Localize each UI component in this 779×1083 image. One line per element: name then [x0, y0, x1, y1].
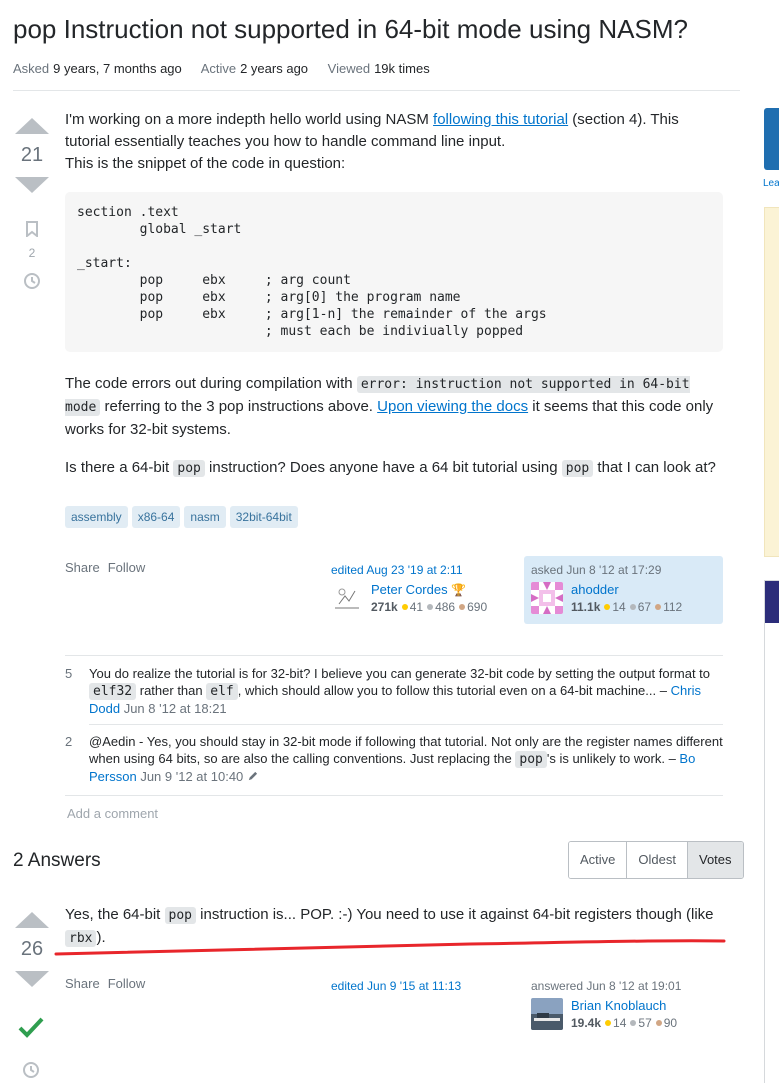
silver-badge-icon [629, 604, 636, 611]
red-annotation-underline [54, 939, 726, 956]
follow-link[interactable]: Follow [108, 560, 146, 575]
answer-vote-column: 26 [12, 912, 52, 987]
answerer-name[interactable]: Brian Knoblauch [571, 998, 677, 1013]
editor-card: edited Aug 23 '19 at 2:11 Peter Cordes 🏆… [331, 563, 516, 614]
tag-32bit-64bit[interactable]: 32bit-64bit [229, 506, 298, 528]
asked-label: Asked [13, 61, 50, 76]
inline-code-elf32: elf32 [89, 683, 137, 700]
comment: @Aedin - Yes, you should stay in 32-bit … [89, 734, 723, 784]
active-value[interactable]: 2 years ago [240, 61, 308, 76]
upvote-icon[interactable] [15, 118, 49, 134]
follow-link[interactable]: Follow [108, 976, 146, 991]
question-vote-column: 21 [12, 118, 52, 193]
bookmark-count: 2 [28, 246, 36, 260]
accepted-answer-mark [18, 1016, 44, 1041]
history-button[interactable] [22, 272, 42, 293]
sidebar-collective-header [765, 581, 779, 623]
asker-reputation: 11.1k [571, 600, 601, 614]
asked-timestamp: asked Jun 8 '12 at 17:29 [531, 563, 662, 577]
comment-score: 5 [65, 666, 73, 681]
editor-avatar[interactable] [331, 582, 363, 614]
asker-name[interactable]: ahodder [571, 582, 682, 597]
bookmark-button[interactable] [22, 221, 42, 240]
editor-name[interactable]: Peter Cordes [371, 582, 448, 597]
sidebar-blog-panel [764, 207, 779, 557]
asker-card: asked Jun 8 '12 at 17:29 ahodder 11.1k 14… [524, 556, 723, 624]
sort-oldest-button[interactable]: Oldest [626, 842, 687, 878]
share-link[interactable]: Share [65, 560, 100, 575]
trophy-icon: 🏆 [450, 583, 466, 597]
comment-divider [89, 724, 723, 725]
docs-link[interactable]: Upon viewing the docs [377, 398, 528, 415]
question-vote-count: 21 [20, 144, 44, 166]
share-link[interactable]: Share [65, 976, 100, 991]
checkmark-icon [18, 1017, 44, 1038]
history-icon [24, 273, 40, 289]
tag-assembly[interactable]: assembly [65, 506, 128, 528]
inline-code-pop: pop [173, 460, 205, 477]
bronze-badge-icon [655, 604, 662, 611]
header-divider [13, 90, 740, 91]
inline-code-elf: elf [206, 683, 238, 700]
gold-badge-icon [605, 1020, 612, 1027]
tag-x86-64[interactable]: x86-64 [131, 506, 181, 528]
editor-reputation: 271k [371, 600, 398, 614]
sidebar-collectives-panel [764, 580, 779, 1083]
answerer-avatar[interactable] [531, 998, 563, 1030]
comment-date[interactable]: Jun 8 '12 at 18:21 [124, 701, 227, 716]
bookmark-icon [26, 221, 38, 239]
sidebar-partial-link[interactable]: Lea [763, 178, 779, 189]
code-block: section .text global _start _start: pop … [65, 192, 723, 352]
inline-code-pop: pop [164, 907, 196, 924]
answerer-reputation: 19.4k [571, 1016, 602, 1030]
comment: You do realize the tutorial is for 32-bi… [89, 666, 711, 716]
sort-votes-button[interactable]: Votes [686, 842, 743, 878]
silver-badge-icon [427, 604, 434, 611]
gold-badge-icon [604, 604, 611, 611]
viewed-value: 19k times [374, 61, 430, 76]
bronze-badge-icon [655, 1020, 662, 1027]
answered-timestamp: answered Jun 8 '12 at 19:01 [531, 979, 682, 993]
inline-code-pop: pop [515, 751, 547, 768]
answer-edited-timestamp[interactable]: edited Jun 9 '15 at 11:13 [331, 979, 461, 993]
question-meta: Asked 9 years, 7 months ago Active 2 years… [13, 61, 446, 76]
tag-list: assembly x86-64 nasm 32bit-64bit [65, 506, 302, 528]
comment-date[interactable]: Jun 9 '12 at 10:40 [140, 769, 243, 784]
tag-nasm[interactable]: nasm [184, 506, 226, 528]
history-icon [23, 1062, 39, 1078]
question-paragraph-2: The code errors out during compilation w… [65, 375, 714, 438]
inline-code-pop: pop [561, 460, 594, 477]
question-post-menu: Share Follow [65, 560, 153, 575]
edited-timestamp[interactable]: edited Aug 23 '19 at 2:11 [331, 563, 516, 577]
question-paragraph-1: I'm working on a more indepth hello worl… [65, 111, 679, 172]
comment-score: 2 [65, 734, 73, 749]
comment-divider [65, 795, 723, 796]
active-label: Active [200, 61, 237, 76]
answers-count: 2 Answers [13, 850, 101, 871]
answerer-card: answered Jun 8 '12 at 19:01 Brian Knobla… [531, 979, 721, 1030]
comments-divider [65, 655, 723, 656]
answer-vote-count: 26 [20, 938, 44, 960]
tutorial-link[interactable]: following this tutorial [433, 111, 568, 128]
asked-value[interactable]: 9 years, 7 months ago [53, 61, 182, 76]
answer-sort-group: Active Oldest Votes [568, 841, 744, 879]
downvote-icon[interactable] [15, 971, 49, 987]
add-comment-link[interactable]: Add a comment [67, 806, 158, 821]
asker-avatar[interactable] [531, 582, 563, 614]
question-title[interactable]: pop Instruction not supported in 64-bit … [13, 14, 688, 45]
question-body: I'm working on a more indepth hello worl… [65, 109, 725, 175]
downvote-icon[interactable] [15, 177, 49, 193]
question-paragraph-3: Is there a 64-bit pop instruction? Does … [65, 459, 716, 477]
bronze-badge-icon [459, 604, 466, 611]
pencil-icon [248, 771, 257, 781]
sort-active-button[interactable]: Active [569, 842, 627, 878]
upvote-icon[interactable] [15, 912, 49, 928]
gold-badge-icon [401, 604, 408, 611]
answer-post-menu: Share Follow [65, 976, 153, 991]
history-button[interactable] [22, 1061, 40, 1082]
viewed-label: Viewed [327, 61, 371, 76]
silver-badge-icon [630, 1020, 637, 1027]
sidebar-promo-button[interactable] [764, 108, 779, 170]
